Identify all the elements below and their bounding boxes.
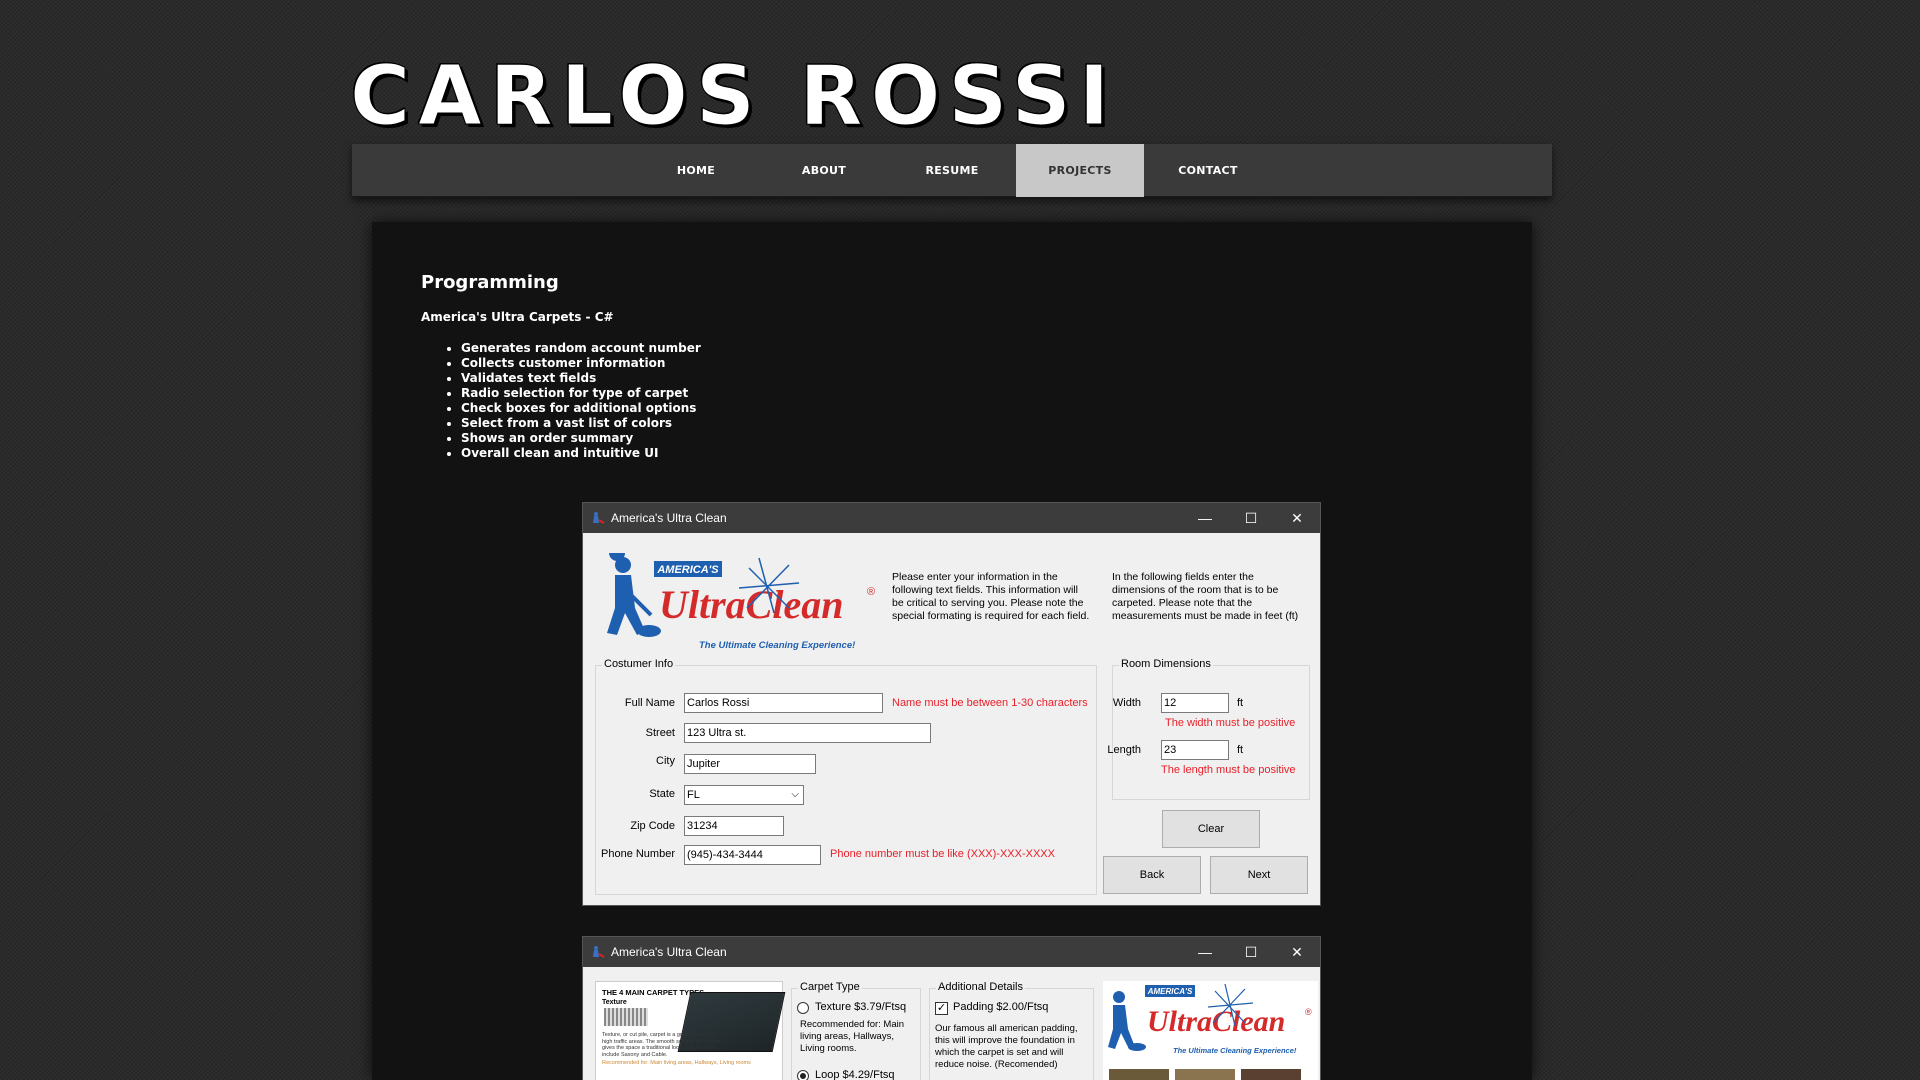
back-button[interactable]: Back (1103, 856, 1201, 894)
site-title: CARLOS ROSSI (349, 49, 1118, 144)
clear-button[interactable]: Clear (1162, 810, 1260, 848)
city-field[interactable]: Jupiter (684, 754, 816, 774)
carpet-image-subheading: Texture (602, 999, 627, 1006)
state-label: State (649, 788, 675, 800)
group-title: Carpet Type (798, 981, 862, 993)
main-nav: HOME ABOUT RESUME PROJECTS CONTACT (352, 144, 1552, 197)
zip-field[interactable]: 31234 (684, 816, 784, 836)
minimize-icon[interactable]: — (1182, 503, 1228, 533)
svg-text:AMERICA'S: AMERICA'S (656, 564, 719, 576)
width-unit: ft (1237, 697, 1244, 709)
svg-text:The Ultimate Cleaning Experien: The Ultimate Cleaning Experience! (699, 640, 855, 651)
close-icon[interactable]: ✕ (1274, 503, 1320, 533)
carpet-sample-swatch (604, 1008, 648, 1026)
state-value: FL (687, 789, 700, 801)
full-name-label: Full Name (624, 697, 675, 709)
feature-item: Generates random account number (461, 341, 701, 356)
intro-text-room: In the following fields enter the dimens… (1112, 571, 1299, 622)
carpet-image-caption: Texture, or cut pile, carpet is a great … (602, 1032, 720, 1058)
carpet-image-recommendation: Recommended for: Main living areas, Hall… (602, 1060, 751, 1066)
length-error: The length must be positive (1161, 764, 1296, 776)
texture-recommendation: Recommended for: Main living areas, Hall… (800, 1019, 905, 1054)
padding-checkbox-label: Padding $2.00/Ftsq (953, 1001, 1049, 1013)
close-icon[interactable]: ✕ (1274, 937, 1320, 967)
project-title: America's Ultra Carpets - C# (421, 310, 614, 324)
feature-list: Generates random account number Collects… (461, 341, 701, 461)
feature-item: Check boxes for additional options (461, 401, 701, 416)
phone-error: Phone number must be like (XXX)-XXX-XXXX (830, 848, 1055, 860)
nav-about[interactable]: ABOUT (760, 144, 888, 197)
app-window-carpet-selection: America's Ultra Clean — ☐ ✕ THE 4 MAIN C… (582, 936, 1321, 1080)
width-field[interactable]: 12 (1161, 693, 1229, 713)
texture-radio-label: Texture $3.79/Ftsq (815, 1001, 907, 1013)
carpet-types-image: THE 4 MAIN CARPET TYPES Texture Texture,… (595, 981, 786, 1080)
ultraclean-logo: AMERICA'S UltraClean ® The Ultimate Clea… (599, 553, 879, 653)
padding-description: Our famous all american padding, this wi… (935, 1023, 1078, 1070)
city-label: City (656, 755, 675, 767)
window-titlebar: America's Ultra Clean — ☐ ✕ (583, 503, 1320, 533)
minimize-icon[interactable]: — (1182, 937, 1228, 967)
room-dimensions-group: Room Dimensions (1112, 658, 1310, 800)
street-label: Street (645, 727, 675, 739)
next-button[interactable]: Next (1210, 856, 1308, 894)
svg-text:AMERICA'S: AMERICA'S (1147, 987, 1193, 996)
length-field[interactable]: 23 (1161, 740, 1229, 760)
texture-radio[interactable] (797, 1002, 809, 1014)
state-select[interactable]: FL ⌵ (684, 785, 804, 805)
chevron-down-icon: ⌵ (791, 789, 799, 800)
section-heading: Programming (421, 272, 559, 293)
feature-item: Overall clean and intuitive UI (461, 446, 701, 461)
full-name-error: Name must be between 1-30 characters (892, 697, 1088, 709)
group-title: Room Dimensions (1119, 658, 1213, 670)
width-error: The width must be positive (1165, 717, 1296, 729)
nav-resume[interactable]: RESUME (888, 144, 1016, 197)
window-title: America's Ultra Clean (611, 511, 727, 525)
feature-item: Shows an order summary (461, 431, 701, 446)
feature-item: Select from a vast list of colors (461, 416, 701, 431)
full-name-field[interactable]: Carlos Rossi (684, 693, 883, 713)
svg-text:The Ultimate Cleaning Experien: The Ultimate Cleaning Experience! (1173, 1046, 1297, 1055)
window-title: America's Ultra Clean (611, 945, 727, 959)
svg-text:®: ® (867, 586, 875, 598)
group-title: Costumer Info (602, 658, 676, 670)
feature-item: Validates text fields (461, 371, 701, 386)
ultraclean-logo: AMERICA'S UltraClean ® The Ultimate Clea… (1103, 981, 1318, 1080)
app-icon (591, 511, 605, 525)
radio-selected-dot (800, 1073, 806, 1079)
feature-item: Radio selection for type of carpet (461, 386, 701, 401)
phone-label: Phone Number (601, 848, 675, 860)
feature-item: Collects customer information (461, 356, 701, 371)
street-field[interactable]: 123 Ultra st. (684, 723, 931, 743)
loop-radio-label: Loop $4.29/Ftsq (815, 1069, 895, 1080)
svg-text:®: ® (1305, 1007, 1312, 1017)
length-unit: ft (1237, 744, 1244, 756)
loop-radio[interactable] (797, 1070, 809, 1080)
nav-projects[interactable]: PROJECTS (1016, 144, 1144, 197)
maximize-icon[interactable]: ☐ (1228, 503, 1274, 533)
phone-field[interactable]: (945)-434-3444 (684, 845, 821, 865)
app-icon (591, 945, 605, 959)
nav-contact[interactable]: CONTACT (1144, 144, 1272, 197)
zip-label: Zip Code (630, 820, 675, 832)
width-label: Width (1112, 697, 1141, 709)
svg-text:UltraClean: UltraClean (1147, 1005, 1285, 1038)
intro-text-customer: Please enter your information in the fol… (892, 571, 1090, 622)
app-window-customer-info: America's Ultra Clean — ☐ ✕ AMERICA'S Ul… (582, 502, 1321, 906)
window-titlebar: America's Ultra Clean — ☐ ✕ (583, 937, 1320, 967)
maximize-icon[interactable]: ☐ (1228, 937, 1274, 967)
group-title: Additional Details (936, 981, 1025, 993)
padding-checkbox[interactable]: ✓ (935, 1002, 948, 1015)
length-label: Length (1107, 744, 1141, 756)
nav-home[interactable]: HOME (632, 144, 760, 197)
